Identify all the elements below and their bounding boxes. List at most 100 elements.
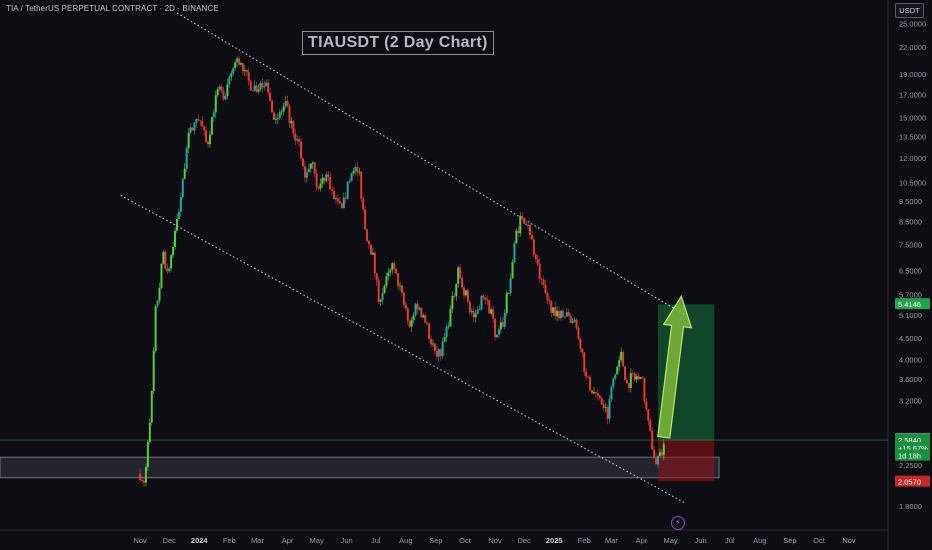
candle-body [234,62,237,68]
candle-body [540,278,543,280]
x-tick-label: Jul [725,536,735,545]
candle-body [631,373,634,374]
y-tick-label: 7.5000 [899,240,922,249]
candle-body [658,452,661,456]
candle-body [542,279,545,285]
candle-body [329,176,332,190]
candle-body [428,323,431,339]
candle [271,98,274,113]
candle [191,127,194,131]
candle-body [571,321,574,323]
candle-body [377,280,380,302]
candle-body [212,112,215,118]
candle-body [305,172,308,178]
x-tick-label: Aug [753,536,766,545]
candle-body [521,215,524,218]
x-tick-label: Apr [636,536,648,545]
candle [210,116,213,136]
candle-body [179,197,182,212]
candle [532,236,535,257]
candle-body [271,100,274,113]
candle [160,263,163,290]
candle-body [546,293,549,301]
price-chart[interactable]: 25.0000 22.0000 19.0000 17.0000 15.0000 13.50… [0,0,932,550]
candle-body [476,309,479,315]
candle-body [577,327,580,339]
candle-body [433,343,436,351]
x-tick-label: Nov [133,536,147,545]
candle-body [348,181,351,183]
candle-body [391,263,394,270]
candle-body [302,158,305,167]
candle-body [156,300,159,307]
x-tick-label: Aug [399,536,412,545]
candle-body [470,310,473,313]
candle-body [480,295,483,310]
candle-body [269,92,272,101]
candle [505,290,508,316]
candle [643,377,646,404]
candle-body [420,308,423,318]
candle-body [573,319,576,322]
candle-body [387,272,390,277]
symbol-header: TIA / TetherUS PERPETUAL CONTRACT · 2D ·… [6,4,219,13]
candle-body [563,316,566,318]
candle-body [340,203,343,209]
candle-body [598,395,601,399]
candle-body [296,139,299,141]
candle-body [245,69,248,73]
candle-body [635,376,638,380]
support-zone [0,456,720,479]
candle-body [466,290,469,302]
candle-body [172,246,175,256]
candle-body [497,329,500,335]
candle-body [344,197,347,199]
price-label-text: 1d 18h [898,452,921,461]
candle-body [552,307,555,313]
candle-body [443,337,446,342]
candle-body [148,422,151,442]
chart-title: TIAUSDT (2 Day Chart) [302,31,494,55]
currency-button[interactable]: USDT [895,3,924,18]
candle-body [187,132,190,149]
candle-body [656,455,659,465]
candle [513,240,516,264]
candle-body [170,255,173,269]
y-tick-label: 8.5000 [899,217,922,226]
candle-body [286,101,289,106]
candle-body [501,322,504,327]
candle-body [560,310,563,319]
candle-body [354,166,357,172]
candle-body [474,314,477,318]
candle-body [257,89,260,92]
candle-body [141,479,144,481]
candle-body [624,366,627,380]
candle-body [556,310,559,317]
y-tick-label: 3.2000 [899,397,922,406]
candle-body [251,90,254,92]
candle [152,347,155,395]
candle-body [183,168,186,179]
candle-body [146,441,149,468]
candle-body [406,308,409,321]
y-tick-label: 3.6000 [899,375,922,384]
candle-body [431,343,434,345]
candle-body [536,259,539,264]
lightning-icon[interactable]: ⚡ [671,516,685,530]
candle-body [193,122,196,131]
candle-body [224,96,227,100]
candle-body [383,285,386,293]
candle-body [177,211,180,220]
candle-body [643,378,646,402]
candle-body [241,63,244,71]
candle-body [342,197,345,209]
candle-body [226,84,229,97]
candle-body [525,223,528,226]
candle-body [494,318,497,337]
candle-body [447,326,450,328]
candle-body [637,376,640,379]
candle [616,366,619,375]
candle-body [197,119,200,121]
candle-body [410,320,413,327]
candle-body [478,309,481,311]
